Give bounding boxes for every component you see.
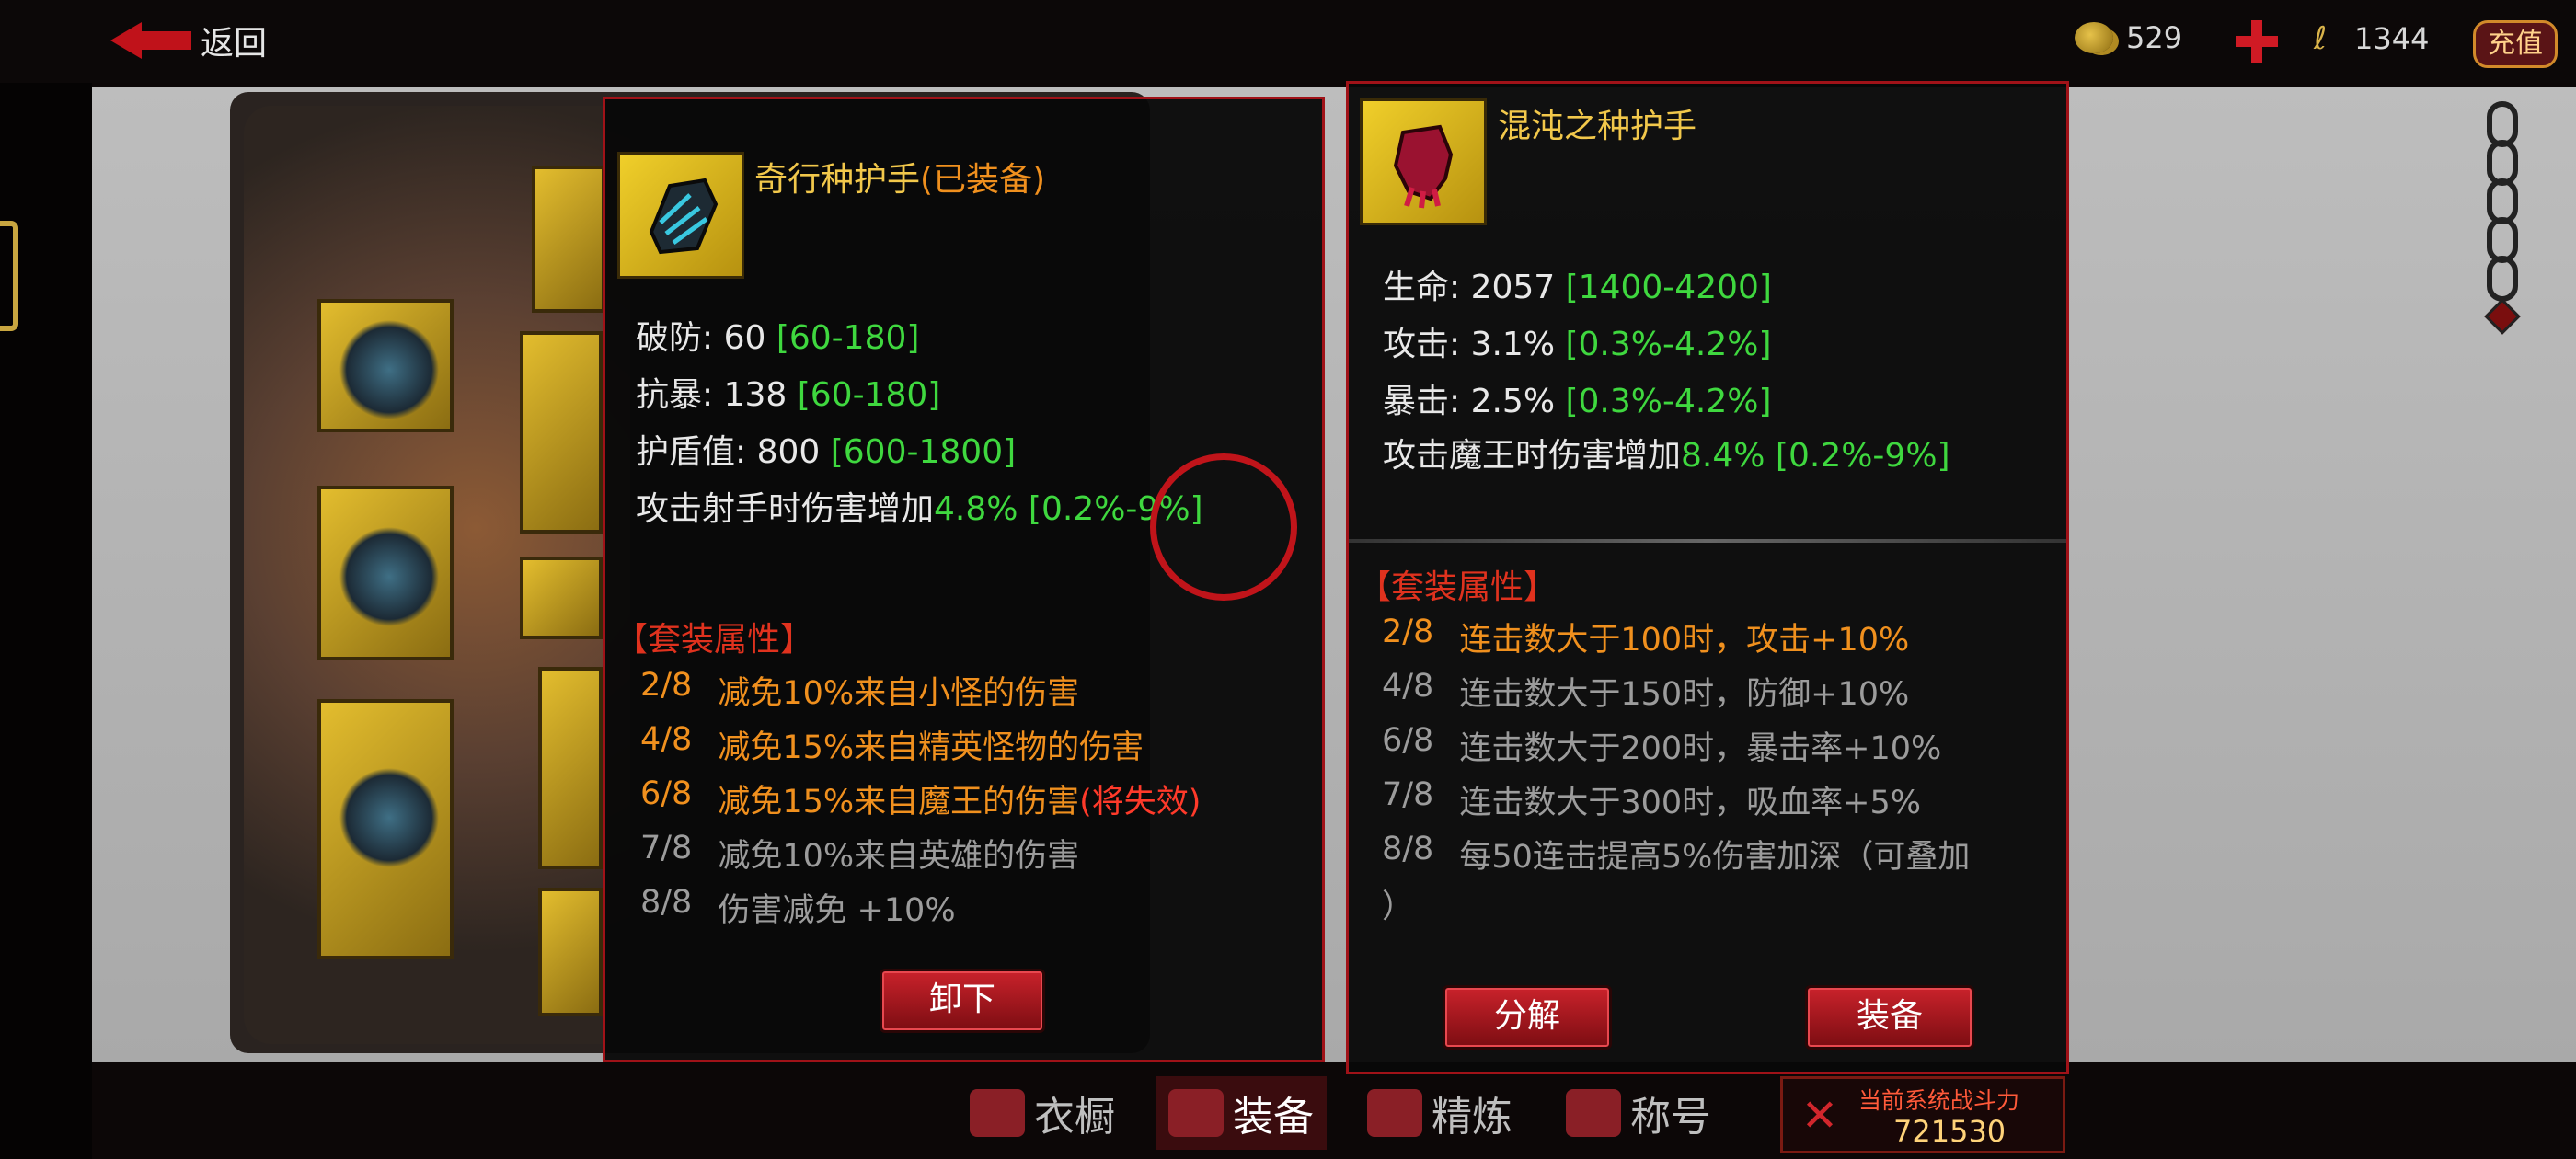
tab-title[interactable]: 称号: [1553, 1076, 1724, 1150]
gem-amount: 1344: [2354, 21, 2430, 56]
right-set-bonus-8-continued: ）: [1382, 889, 1415, 925]
right-set-bonus-8: 8/8 每50连击提高5%伤害加深（可叠加: [1382, 831, 1971, 876]
stat-damage-vs-archer: 攻击射手时伤害增加4.8% [0.2%-9%]: [636, 490, 1203, 528]
equipped-item-name: 奇行种护手: [754, 161, 921, 199]
add-currency-plus-icon[interactable]: [2236, 20, 2278, 63]
bottom-tab-bar: 衣橱 装备 精炼 称号: [957, 1076, 1724, 1150]
candidate-gauntlet-icon: [1360, 98, 1487, 225]
right-set-bonus-6: 6/8 连击数大于200时，暴击率+10%: [1382, 722, 1942, 767]
left-set-bonus-7: 7/8 减免10%来自英雄的伤害: [640, 830, 1080, 875]
equipped-item-title: 奇行种护手(已装备): [754, 153, 1045, 201]
left-set-title: 【套装属性】: [615, 621, 814, 659]
coin-icon: [2075, 22, 2113, 53]
back-button[interactable]: 返回: [110, 13, 267, 68]
coin-counter: 529: [2075, 20, 2182, 55]
stat-crit: 暴击: 2.5% [0.3%-4.2%]: [1383, 383, 1772, 420]
candidate-item-name: 混沌之种护手: [1498, 108, 1697, 145]
hanging-chain: [2484, 101, 2521, 359]
top-bar: 返回 529 ℓ 1344 充值: [0, 0, 2576, 83]
crossed-swords-icon: ✕: [1800, 1090, 1839, 1142]
rune-icon: ℓ: [2314, 20, 2328, 57]
equipment-slot-boots[interactable]: [538, 888, 603, 1016]
panel-divider: [1349, 539, 2066, 543]
touch-indicator-ring: [1150, 453, 1297, 601]
equipment-bag-icon: [1168, 1089, 1224, 1137]
title-badge-icon: [1566, 1089, 1621, 1137]
crimson-gauntlet-icon: [1393, 124, 1454, 209]
game-screen: { "topbar": { "back_label": "返回", "coins…: [0, 0, 2576, 1159]
equipment-slot-weapon[interactable]: [317, 699, 454, 959]
equipment-slot-shoulder[interactable]: [317, 299, 454, 432]
right-set-bonus-7: 7/8 连击数大于300时，吸血率+5%: [1382, 776, 1921, 821]
stat-crit-resist: 抗暴: 138 [60-180]: [636, 376, 941, 414]
equipped-gauntlet-icon: [617, 152, 744, 279]
equipment-slot-helmet[interactable]: [532, 166, 605, 313]
equipment-slot-potion[interactable]: [538, 667, 603, 869]
unequip-button[interactable]: 卸下: [880, 969, 1045, 1033]
will-expire-warning: (将失效): [1079, 784, 1202, 820]
stat-armor-break: 破防: 60 [60-180]: [636, 319, 920, 357]
combat-power-box: ✕ 当前系统战斗力 721530: [1780, 1076, 2065, 1153]
stat-shield: 护盾值: 800 [600-1800]: [636, 433, 1017, 471]
combat-power-label: 当前系统战斗力: [1858, 1087, 2020, 1114]
anvil-icon: [1367, 1089, 1422, 1137]
left-set-bonus-2: 2/8 减免10%来自小怪的伤害: [640, 667, 1080, 712]
stat-damage-vs-boss: 攻击魔王时伤害增加8.4% [0.2%-9%]: [1383, 437, 1950, 475]
left-set-bonus-4: 4/8 减免15%来自精英怪物的伤害: [640, 721, 1144, 766]
left-side-frame: [0, 221, 18, 331]
right-set-bonus-2: 2/8 连击数大于100时，攻击+10%: [1382, 614, 1910, 659]
tab-refine[interactable]: 精炼: [1354, 1076, 1525, 1150]
left-edge-shadow: [0, 0, 92, 1159]
equipped-status: (已装备): [920, 161, 1046, 199]
dark-gauntlet-icon: [649, 178, 719, 255]
right-set-title: 【套装属性】: [1358, 568, 1558, 606]
back-label: 返回: [201, 25, 268, 63]
equip-button[interactable]: 装备: [1805, 985, 1974, 1050]
wardrobe-icon: [970, 1089, 1025, 1137]
equipment-slot-belt[interactable]: [520, 557, 603, 639]
stat-attack: 攻击: 3.1% [0.3%-4.2%]: [1383, 326, 1772, 363]
left-set-bonus-6: 6/8 减免15%来自魔王的伤害(将失效): [640, 775, 1202, 820]
equipment-slot-armor[interactable]: [520, 331, 603, 534]
tab-equipment[interactable]: 装备: [1156, 1076, 1327, 1150]
gem-counter: ℓ 1344: [2314, 20, 2429, 57]
right-set-bonus-4: 4/8 连击数大于150时，防御+10%: [1382, 668, 1910, 713]
left-set-bonus-8: 8/8 伤害减免 +10%: [640, 884, 956, 929]
decompose-button[interactable]: 分解: [1443, 985, 1612, 1050]
stat-life: 生命: 2057 [1400-4200]: [1383, 269, 1772, 306]
coin-amount: 529: [2126, 20, 2183, 55]
candidate-item-panel: 混沌之种护手 生命: 2057 [1400-4200] 攻击: 3.1% [0.…: [1346, 81, 2069, 1074]
recharge-button[interactable]: 充值: [2473, 20, 2558, 68]
equipment-slot-gloves[interactable]: [317, 486, 454, 660]
combat-power-value: 721530: [1893, 1114, 2007, 1149]
tab-wardrobe[interactable]: 衣橱: [957, 1076, 1128, 1150]
back-arrow-icon: [110, 22, 191, 59]
